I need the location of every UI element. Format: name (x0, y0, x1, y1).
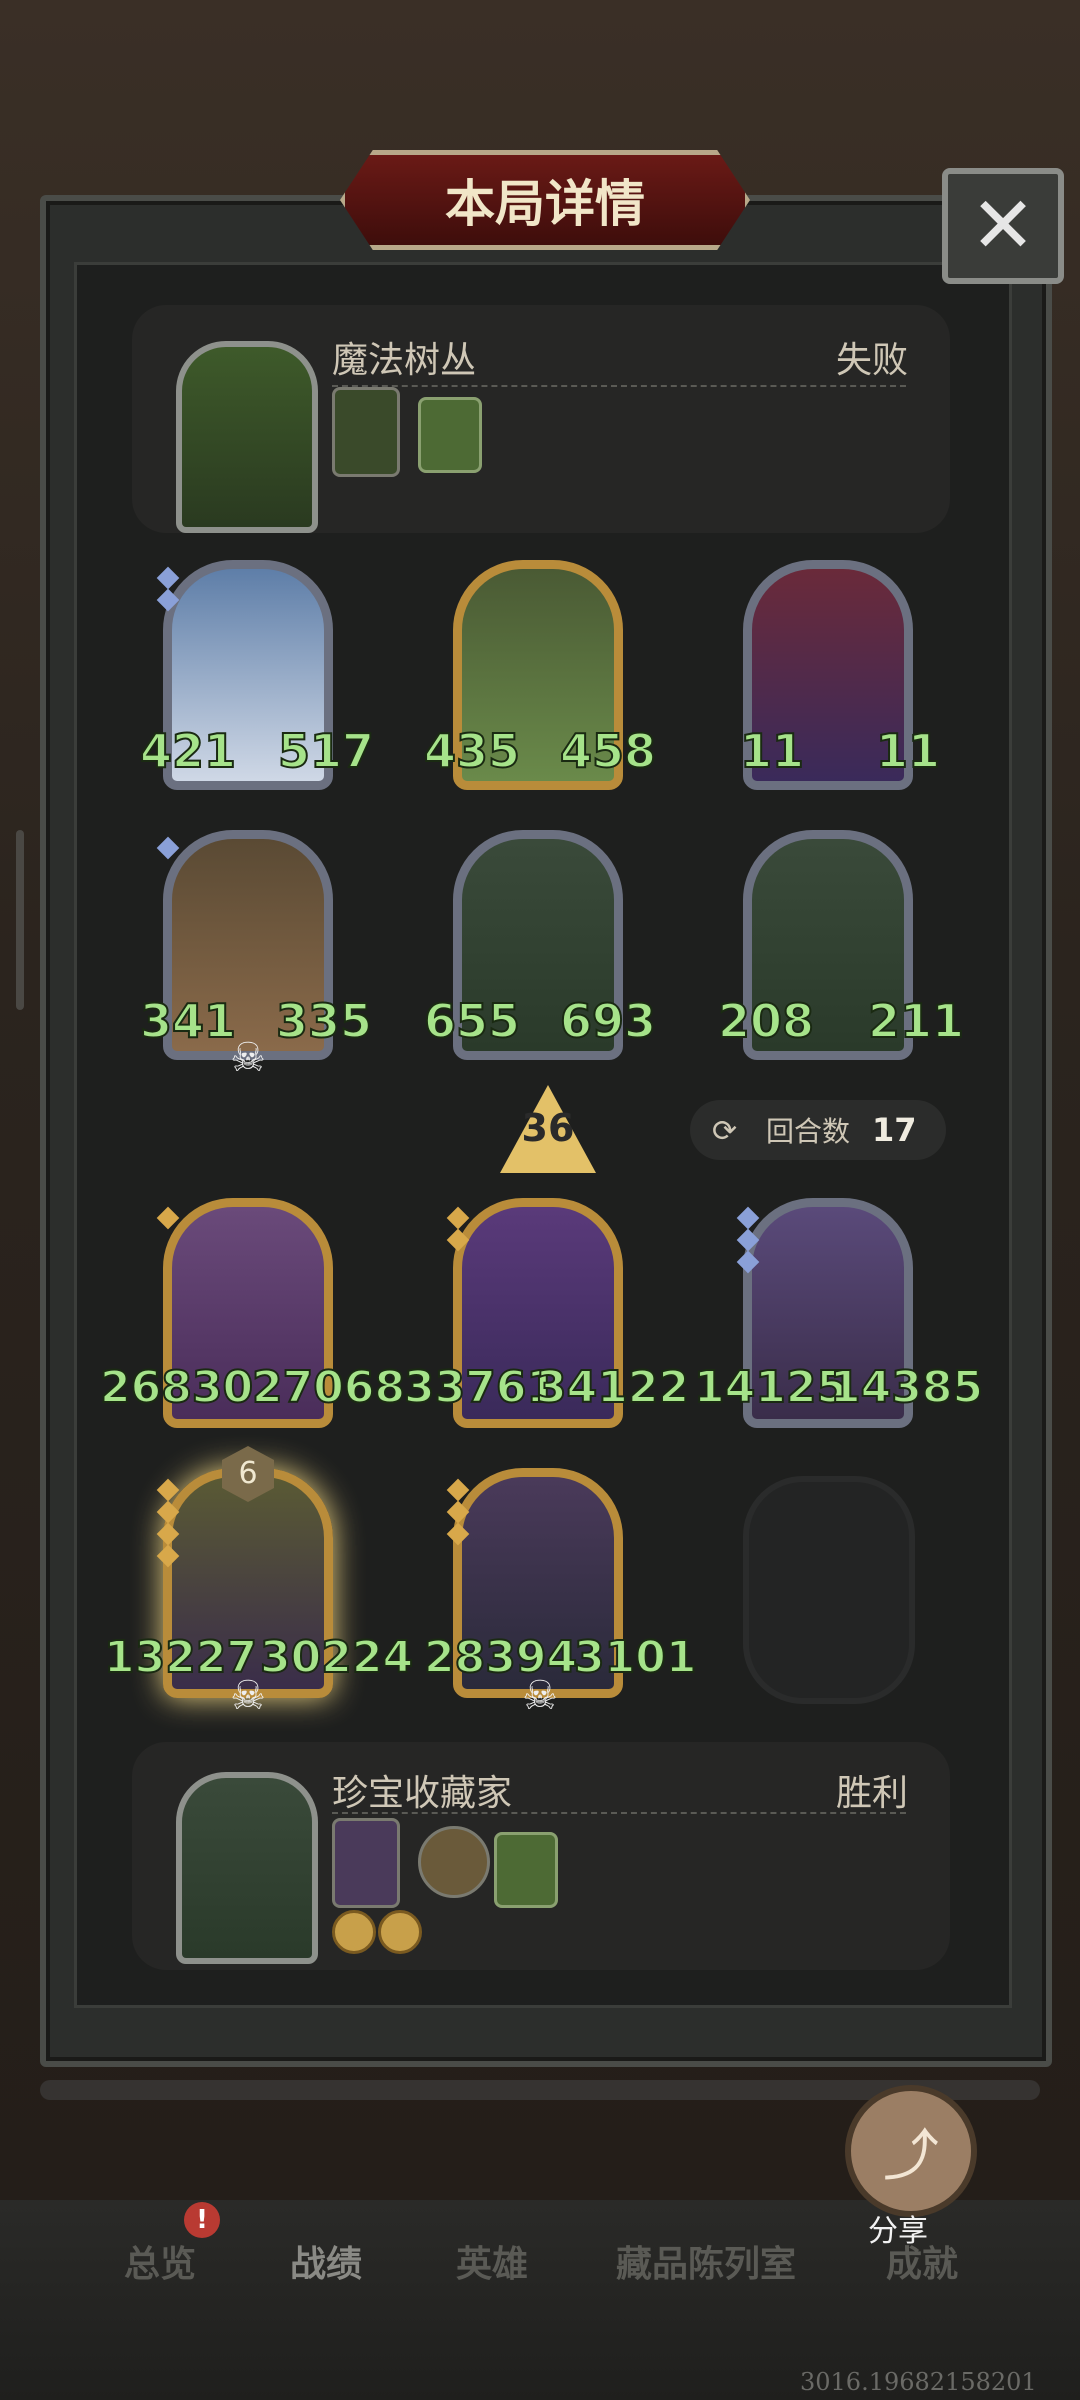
health-stat: 458 (559, 723, 657, 779)
clock-item[interactable] (418, 1826, 490, 1898)
bottom-player-avatar[interactable] (176, 1772, 318, 1964)
health-stat: 34122 (535, 1361, 690, 1414)
share-icon: ⤴ (883, 2123, 939, 2189)
refresh-icon: ⟳ (712, 1114, 738, 1149)
page-title: 本局详情 (340, 150, 750, 250)
health-stat: 27068 (251, 1361, 406, 1414)
book-item[interactable] (494, 1832, 558, 1908)
close-icon: ✕ (970, 181, 1036, 271)
attack-stat: 655 (423, 993, 521, 1049)
bottom-player-panel: 珍宝收藏家 胜利 (132, 1742, 950, 1970)
tavern-tier-value: 36 (521, 1106, 575, 1150)
health-stat: 693 (559, 993, 657, 1049)
round-value: 17 (872, 1111, 917, 1149)
trinket-item[interactable] (332, 387, 400, 477)
round-label: 回合数 (766, 1115, 851, 1148)
share-button[interactable]: ⤴ (845, 2085, 977, 2217)
attack-stat: 435 (423, 723, 521, 779)
health-stat: 30224 (259, 1631, 414, 1684)
divider (332, 385, 906, 387)
attack-stat: 33761 (403, 1361, 558, 1414)
crown-coin-icon (332, 1910, 376, 1954)
health-stat: 11 (875, 723, 941, 779)
health-stat: 335 (275, 993, 373, 1049)
top-player-avatar[interactable] (176, 341, 318, 533)
bottom-player-name: 珍宝收藏家 (332, 1773, 513, 1814)
attack-stat: 14125 (693, 1361, 848, 1414)
nav-heroes[interactable]: 英雄 (456, 2235, 528, 2287)
top-player-result: 失败 (836, 340, 909, 381)
health-stat: 3101 (573, 1631, 697, 1684)
health-stat: 14385 (829, 1361, 984, 1414)
coin-icon (378, 1910, 422, 1954)
skull-icon: ☠ (522, 1673, 558, 1719)
health-stat: 211 (867, 993, 965, 1049)
top-player-name: 魔法树丛 (332, 340, 477, 381)
health-stat: 517 (277, 723, 375, 779)
attack-stat: 208 (717, 993, 815, 1049)
attack-stat: 26830 (99, 1361, 254, 1414)
share-label: 分享 (868, 2214, 928, 2249)
trinket-item[interactable] (332, 1818, 400, 1908)
build-code: 3016.19682158201 (800, 2368, 1037, 2396)
skull-icon: ☠ (230, 1673, 266, 1719)
close-button[interactable]: ✕ (942, 168, 1064, 284)
empty-slot (743, 1476, 915, 1704)
attack-stat: 11 (739, 723, 805, 779)
nav-records[interactable]: 战绩 (290, 2235, 362, 2287)
side-scroll-indicator (16, 830, 24, 1010)
skull-icon: ☠ (230, 1035, 266, 1081)
top-player-panel: 魔法树丛 失败 (132, 305, 950, 533)
book-item[interactable] (418, 397, 482, 473)
attack-stat: 421 (139, 723, 237, 779)
round-counter: ⟳ 回合数 17 (690, 1100, 946, 1160)
bottom-player-result: 胜利 (836, 1773, 909, 1814)
attack-stat: 341 (139, 993, 237, 1049)
divider (332, 1812, 906, 1814)
nav-collection-room[interactable]: 藏品陈列室 (616, 2235, 796, 2287)
notification-badge: ! (184, 2202, 220, 2238)
nav-overview[interactable]: 总览 (124, 2235, 196, 2287)
